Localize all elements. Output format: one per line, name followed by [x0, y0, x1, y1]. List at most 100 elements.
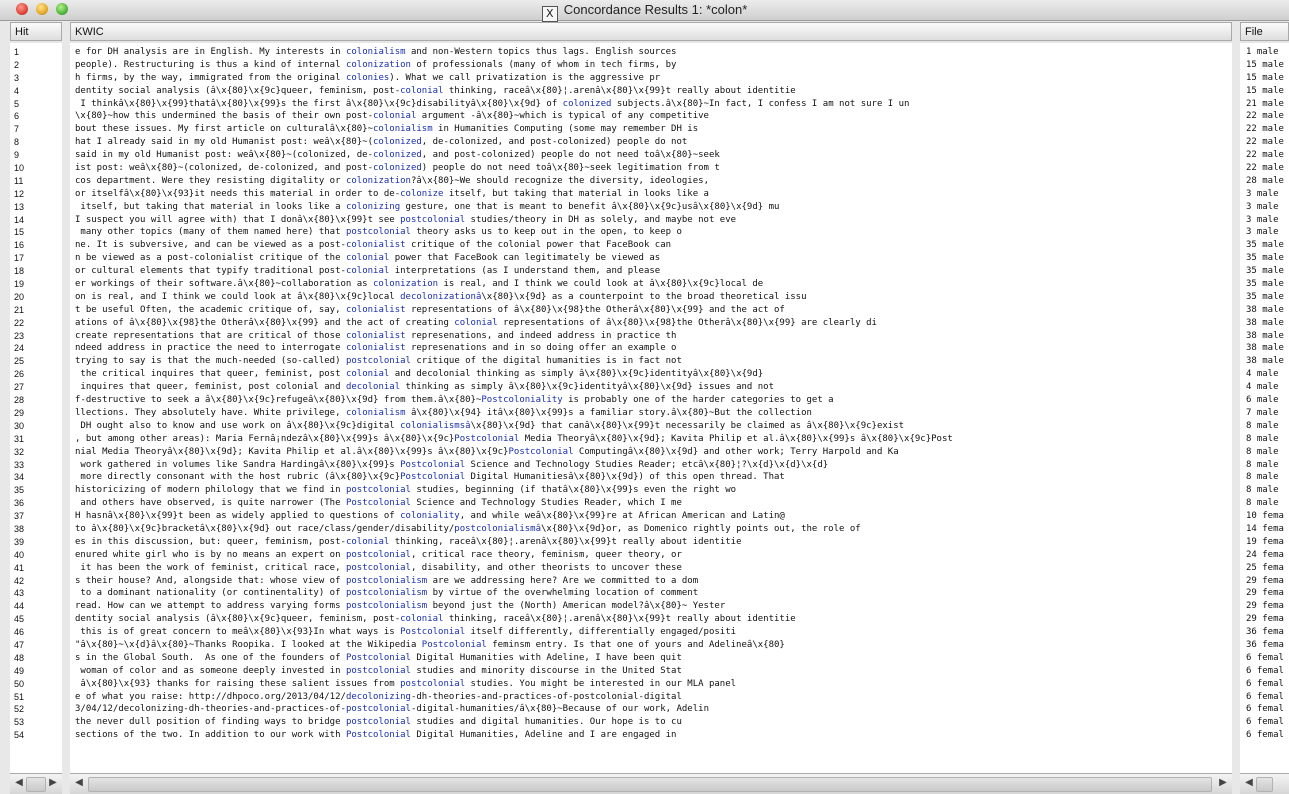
hit-number[interactable]: 35 — [10, 484, 62, 497]
hit-number[interactable]: 8 — [10, 136, 62, 149]
hit-number[interactable]: 41 — [10, 562, 62, 575]
kwic-row[interactable]: ist post: weâ\x{80}~(colonized, de-colon… — [70, 162, 1232, 175]
file-label[interactable]: 6 femal — [1240, 703, 1289, 716]
hit-number[interactable]: 9 — [10, 149, 62, 162]
scroll-track[interactable] — [26, 777, 46, 792]
file-label[interactable]: 35 male — [1240, 278, 1289, 291]
hit-number[interactable]: 25 — [10, 355, 62, 368]
hit-number[interactable]: 49 — [10, 665, 62, 678]
file-label[interactable]: 6 femal — [1240, 678, 1289, 691]
file-label[interactable]: 29 fema — [1240, 600, 1289, 613]
hit-number[interactable]: 37 — [10, 510, 62, 523]
file-label[interactable]: 22 male — [1240, 110, 1289, 123]
hit-number[interactable]: 12 — [10, 188, 62, 201]
hit-number[interactable]: 45 — [10, 613, 62, 626]
kwic-row[interactable]: woman of color and as someone deeply inv… — [70, 665, 1232, 678]
kwic-row[interactable]: \x{80}~how this undermined the basis of … — [70, 110, 1232, 123]
kwic-row[interactable]: â\x{80}\x{93} thanks for raising these s… — [70, 678, 1232, 691]
file-label[interactable]: 7 male — [1240, 407, 1289, 420]
file-label[interactable]: 3 male — [1240, 226, 1289, 239]
file-horizontal-scrollbar[interactable]: ◀ — [1240, 773, 1289, 794]
kwic-row[interactable]: "â\x{80}~\x{d}â\x{80}~Thanks Roopika. I … — [70, 639, 1232, 652]
kwic-row[interactable]: itself, but taking that material in look… — [70, 201, 1232, 214]
kwic-row[interactable]: H hasnâ\x{80}\x{99}t been as widely appl… — [70, 510, 1232, 523]
kwic-row[interactable]: and others have observed, is quite narro… — [70, 497, 1232, 510]
kwic-row[interactable]: people). Restructuring is thus a kind of… — [70, 59, 1232, 72]
file-label[interactable]: 38 male — [1240, 330, 1289, 343]
file-column-header[interactable]: File — [1240, 22, 1289, 41]
file-label[interactable]: 4 male — [1240, 381, 1289, 394]
hit-number[interactable]: 14 — [10, 214, 62, 227]
hit-number[interactable]: 20 — [10, 291, 62, 304]
kwic-row[interactable]: ne. It is subversive, and can be viewed … — [70, 239, 1232, 252]
kwic-row[interactable]: I thinkâ\x{80}\x{99}thatâ\x{80}\x{99}s t… — [70, 98, 1232, 111]
hit-number[interactable]: 3 — [10, 72, 62, 85]
hit-number[interactable]: 47 — [10, 639, 62, 652]
hit-number[interactable]: 5 — [10, 98, 62, 111]
hit-number[interactable]: 21 — [10, 304, 62, 317]
hit-number[interactable]: 39 — [10, 536, 62, 549]
hit-number[interactable]: 1 — [10, 46, 62, 59]
file-label[interactable]: 36 fema — [1240, 626, 1289, 639]
file-label[interactable]: 15 male — [1240, 85, 1289, 98]
hit-horizontal-scrollbar[interactable]: ◀ ▶ — [10, 773, 62, 794]
file-label[interactable]: 36 fema — [1240, 639, 1289, 652]
hit-number[interactable]: 51 — [10, 691, 62, 704]
file-label[interactable]: 8 male — [1240, 446, 1289, 459]
kwic-row[interactable]: cos department. Were they resisting digi… — [70, 175, 1232, 188]
file-label[interactable]: 22 male — [1240, 123, 1289, 136]
hit-number[interactable]: 30 — [10, 420, 62, 433]
file-label[interactable]: 6 femal — [1240, 652, 1289, 665]
kwic-row[interactable]: more directly consonant with the host ru… — [70, 471, 1232, 484]
hit-number[interactable]: 38 — [10, 523, 62, 536]
file-label[interactable]: 38 male — [1240, 342, 1289, 355]
kwic-row[interactable]: er workings of their software.â\x{80}~co… — [70, 278, 1232, 291]
hit-number[interactable]: 7 — [10, 123, 62, 136]
file-label[interactable]: 3 male — [1240, 188, 1289, 201]
hit-list[interactable]: 1 2 3 4 5 6 7 8 9 10 11 12 13 14 15 16 17 18 19 20 21 22 23 24 2… — [10, 43, 62, 773]
kwic-row[interactable]: the never dull position of finding ways … — [70, 716, 1232, 729]
kwic-row[interactable]: dentity social analysis (â\x{80}\x{9c}qu… — [70, 85, 1232, 98]
file-label[interactable]: 15 male — [1240, 59, 1289, 72]
hit-number[interactable]: 10 — [10, 162, 62, 175]
scroll-left-arrow-icon[interactable]: ◀ — [1242, 776, 1256, 790]
hit-number[interactable]: 4 — [10, 85, 62, 98]
hit-number[interactable]: 11 — [10, 175, 62, 188]
hit-number[interactable]: 13 — [10, 201, 62, 214]
hit-number[interactable]: 31 — [10, 433, 62, 446]
hit-number[interactable]: 46 — [10, 626, 62, 639]
file-label[interactable]: 8 male — [1240, 459, 1289, 472]
hit-number[interactable]: 6 — [10, 110, 62, 123]
hit-number[interactable]: 29 — [10, 407, 62, 420]
hit-number[interactable]: 43 — [10, 587, 62, 600]
file-label[interactable]: 24 fema — [1240, 549, 1289, 562]
hit-number[interactable]: 44 — [10, 600, 62, 613]
scroll-right-arrow-icon[interactable]: ▶ — [46, 776, 60, 790]
hit-number[interactable]: 26 — [10, 368, 62, 381]
kwic-row[interactable]: e of what you raise: http://dhpoco.org/2… — [70, 691, 1232, 704]
file-label[interactable]: 19 fema — [1240, 536, 1289, 549]
kwic-row[interactable]: historicizing of modern philology that w… — [70, 484, 1232, 497]
file-label[interactable]: 6 femal — [1240, 716, 1289, 729]
kwic-row[interactable]: f-destructive to seek a â\x{80}\x{9c}ref… — [70, 394, 1232, 407]
file-label[interactable]: 14 fema — [1240, 523, 1289, 536]
file-label[interactable]: 22 male — [1240, 162, 1289, 175]
file-label[interactable]: 35 male — [1240, 239, 1289, 252]
hit-number[interactable]: 19 — [10, 278, 62, 291]
kwic-row[interactable]: bout these issues. My first article on c… — [70, 123, 1232, 136]
file-label[interactable]: 6 male — [1240, 394, 1289, 407]
kwic-row[interactable]: e for DH analysis are in English. My int… — [70, 46, 1232, 59]
hit-number[interactable]: 23 — [10, 330, 62, 343]
kwic-row[interactable]: n be viewed as a post-colonialist critiq… — [70, 252, 1232, 265]
kwic-row[interactable]: it has been the work of feminist, critic… — [70, 562, 1232, 575]
kwic-row[interactable]: DH ought also to know and use work on â\… — [70, 420, 1232, 433]
kwic-row[interactable]: read. How can we attempt to address vary… — [70, 600, 1232, 613]
kwic-row[interactable]: to â\x{80}\x{9c}bracketâ\x{80}\x{9d} out… — [70, 523, 1232, 536]
kwic-row[interactable]: s their house? And, alongside that: whos… — [70, 575, 1232, 588]
kwic-row[interactable]: llections. They absolutely have. White p… — [70, 407, 1232, 420]
file-label[interactable]: 22 male — [1240, 136, 1289, 149]
file-label[interactable]: 35 male — [1240, 252, 1289, 265]
file-label[interactable]: 29 fema — [1240, 575, 1289, 588]
file-label[interactable]: 22 male — [1240, 149, 1289, 162]
kwic-row[interactable]: or cultural elements that typify traditi… — [70, 265, 1232, 278]
